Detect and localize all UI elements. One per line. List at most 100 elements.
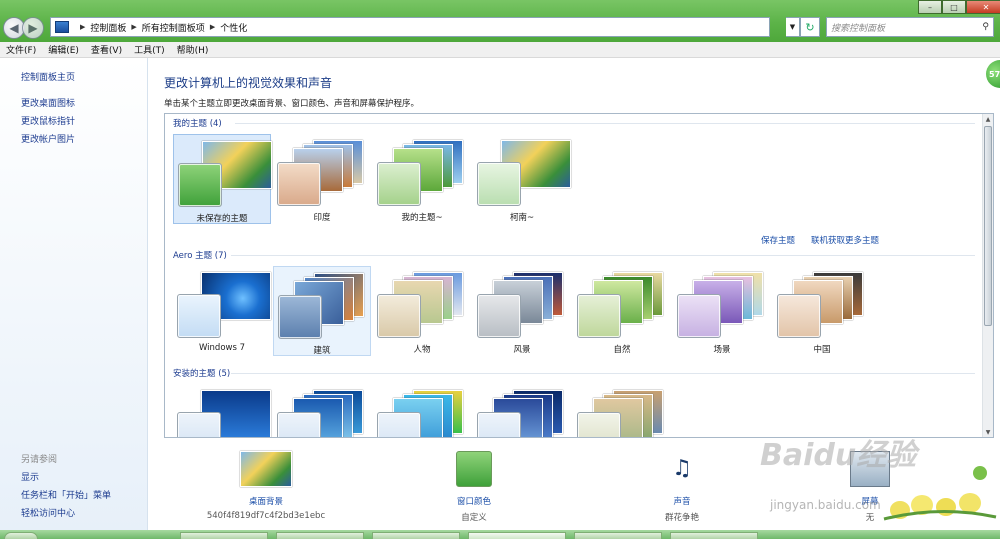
- installed-theme-2[interactable]: [273, 384, 371, 437]
- theme-characters[interactable]: 人物: [373, 266, 471, 356]
- see-also-heading: 另请参阅: [21, 455, 58, 465]
- title-bar: ◀ ▶ ▶ 控制面板 ▶ 所有控制面板项 ▶ 个性化 ▼ ↻ 搜索控制面板 ⚲ …: [0, 0, 1000, 42]
- installed-theme-1[interactable]: [173, 384, 271, 437]
- my-themes-heading: 我的主题 (4): [173, 119, 222, 129]
- installed-theme-3[interactable]: [373, 384, 471, 437]
- menu-help[interactable]: 帮助(H): [177, 43, 209, 56]
- forward-arrow-icon: ▶: [28, 21, 38, 35]
- theme-india[interactable]: 印度: [273, 134, 371, 224]
- breadcrumb: ▶ 控制面板 ▶ 所有控制面板项 ▶ 个性化: [75, 21, 247, 34]
- theme-conan[interactable]: 柯南~: [473, 134, 571, 224]
- color-swatch: [777, 294, 821, 338]
- theme-nature[interactable]: 自然: [573, 266, 671, 356]
- save-theme-link[interactable]: 保存主题: [761, 234, 795, 246]
- theme-label: 自然: [613, 345, 631, 355]
- sidebar-taskbar-start-menu[interactable]: 任务栏和「开始」菜单: [21, 488, 111, 501]
- close-button[interactable]: ✕: [966, 0, 1000, 14]
- scroll-up-arrow-icon[interactable]: ▲: [983, 114, 993, 124]
- maximize-icon: □: [950, 2, 958, 12]
- refresh-button[interactable]: ↻: [800, 17, 820, 37]
- chevron-right-icon: ▶: [80, 23, 86, 31]
- installed-themes-heading: 安装的主题 (5): [173, 369, 231, 379]
- chevron-right-icon: ▶: [131, 23, 137, 31]
- theme-label: 人物: [413, 345, 431, 355]
- theme-label: 我的主题~: [401, 213, 443, 223]
- chevron-down-icon: ▼: [789, 23, 796, 31]
- sidebar-change-mouse-pointers[interactable]: 更改鼠标指针: [21, 114, 75, 127]
- page-description: 单击某个主题立即更改桌面背景、窗口颜色、声音和屏幕保护程序。: [164, 99, 420, 109]
- menu-tools[interactable]: 工具(T): [134, 43, 165, 56]
- taskbar-button[interactable]: [574, 532, 662, 539]
- color-swatch: [577, 294, 621, 338]
- taskbar-button[interactable]: [276, 532, 364, 539]
- window-color-icon: [456, 451, 492, 487]
- decorative-bird-icon: [883, 466, 997, 521]
- aero-themes-heading: Aero 主题 (7): [173, 251, 227, 261]
- get-more-themes-link[interactable]: 联机获取更多主题: [811, 234, 879, 246]
- theme-my-theme[interactable]: 我的主题~: [373, 134, 471, 224]
- color-swatch: [377, 294, 421, 338]
- theme-label: 风景: [513, 345, 531, 355]
- sounds-label[interactable]: 声音: [612, 495, 752, 507]
- scroll-down-arrow-icon[interactable]: ▼: [983, 427, 993, 437]
- taskbar-button[interactable]: [670, 532, 758, 539]
- window-controls: – □ ✕: [918, 0, 1000, 14]
- theme-architecture[interactable]: 建筑: [273, 266, 371, 356]
- installed-theme-4[interactable]: [473, 384, 571, 437]
- breadcrumb-control-panel[interactable]: 控制面板: [90, 21, 126, 34]
- maximize-button[interactable]: □: [942, 0, 966, 14]
- taskbar-button-active[interactable]: [468, 532, 566, 539]
- theme-china[interactable]: 中国: [773, 266, 871, 356]
- sidebar-change-account-picture[interactable]: 更改帐户图片: [21, 132, 75, 145]
- window-color-label[interactable]: 窗口颜色: [404, 495, 544, 507]
- sidebar-ease-of-access[interactable]: 轻松访问中心: [21, 506, 75, 519]
- close-icon: ✕: [982, 2, 990, 12]
- window-color-setting[interactable]: 窗口颜色 自定义: [404, 451, 544, 523]
- desktop-background-label[interactable]: 桌面背景: [196, 495, 336, 507]
- theme-label: 建筑: [313, 346, 331, 356]
- color-swatch: [377, 162, 421, 206]
- refresh-icon: ↻: [805, 20, 815, 34]
- theme-label: 未保存的主题: [196, 214, 248, 224]
- search-input[interactable]: 搜索控制面板 ⚲: [826, 17, 994, 37]
- sounds-setting[interactable]: ♫ 声音 群花争艳: [612, 451, 752, 523]
- theme-scenes[interactable]: 场景: [673, 266, 771, 356]
- theme-label: 中国: [813, 345, 831, 355]
- sounds-value: 群花争艳: [664, 513, 699, 523]
- chevron-right-icon: ▶: [209, 23, 216, 31]
- theme-label: 印度: [313, 213, 331, 223]
- back-arrow-icon: ◀: [9, 21, 19, 35]
- minimize-button[interactable]: –: [918, 0, 942, 14]
- theme-list: 我的主题 (4) 未保存的主题 印度 我的主题~ 柯南~ 保存主题 联机获取更多…: [164, 113, 994, 438]
- control-panel-icon: [55, 21, 69, 33]
- music-notes-icon: ♫: [672, 456, 692, 481]
- address-bar[interactable]: ▶ 控制面板 ▶ 所有控制面板项 ▶ 个性化: [50, 17, 770, 37]
- desktop-background-setting[interactable]: 桌面背景 540f4f819df7c4f2bd3e1ebc: [196, 451, 336, 521]
- window-color-value: 自定义: [461, 513, 487, 523]
- scroll-thumb[interactable]: [984, 126, 992, 326]
- address-dropdown-button[interactable]: ▼: [786, 17, 800, 37]
- desktop-background-icon: [240, 451, 292, 487]
- forward-button[interactable]: ▶: [22, 17, 44, 39]
- menu-edit[interactable]: 编辑(E): [48, 43, 79, 56]
- theme-label: Windows 7: [198, 343, 246, 353]
- theme-landscapes[interactable]: 风景: [473, 266, 571, 356]
- breadcrumb-all-items[interactable]: 所有控制面板项: [142, 21, 205, 34]
- taskbar-button[interactable]: [372, 532, 460, 539]
- theme-windows7[interactable]: Windows 7: [173, 266, 271, 356]
- theme-unsaved[interactable]: 未保存的主题: [173, 134, 272, 224]
- installed-theme-5[interactable]: [573, 384, 671, 437]
- theme-list-scrollbar[interactable]: ▲ ▼: [982, 114, 993, 437]
- search-icon: ⚲: [982, 22, 989, 32]
- page-title: 更改计算机上的视觉效果和声音: [164, 76, 333, 90]
- sidebar-display[interactable]: 显示: [21, 470, 39, 483]
- menu-view[interactable]: 查看(V): [91, 43, 122, 56]
- minimize-icon: –: [928, 2, 932, 12]
- breadcrumb-personalization[interactable]: 个性化: [220, 21, 247, 34]
- color-swatch: [177, 294, 221, 338]
- menu-file[interactable]: 文件(F): [6, 43, 36, 56]
- sidebar-change-desktop-icons[interactable]: 更改桌面图标: [21, 96, 75, 109]
- taskbar-button[interactable]: [180, 532, 268, 539]
- sidebar-control-panel-home[interactable]: 控制面板主页: [21, 70, 75, 83]
- start-button[interactable]: [4, 532, 38, 539]
